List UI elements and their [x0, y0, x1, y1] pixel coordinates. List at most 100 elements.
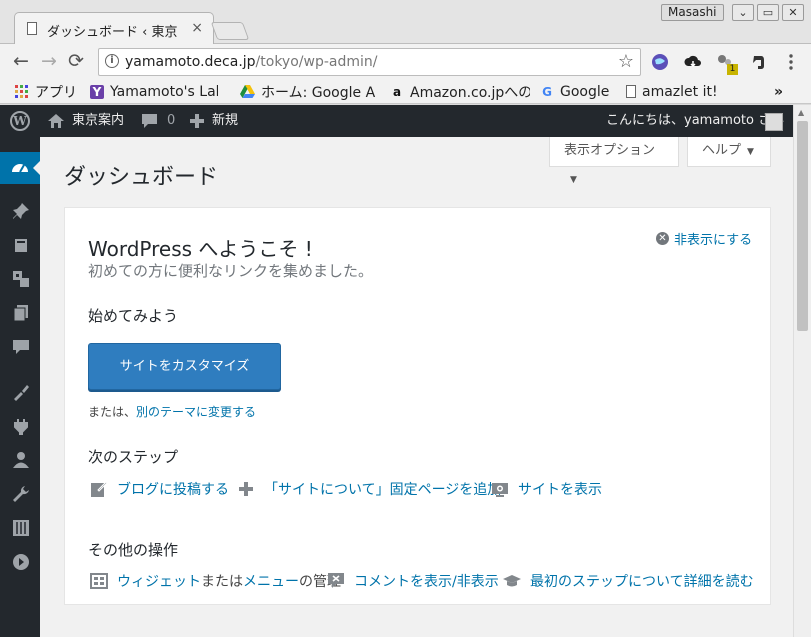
page-icon	[626, 85, 636, 98]
view-site-link[interactable]: サイトを表示	[491, 479, 602, 499]
forward-button[interactable]: →	[41, 51, 57, 71]
dismiss-label: 非表示にする	[674, 233, 753, 248]
bookmark-yamamoto-lab[interactable]: Y Yamamoto's Lab	[90, 82, 218, 101]
bookmark-google-apps[interactable]: ホーム: Google Ap	[240, 82, 376, 101]
back-button[interactable]: ←	[13, 51, 29, 71]
info-icon[interactable]: i	[105, 54, 119, 68]
close-circle-icon: ✕	[656, 232, 669, 245]
tab-title: ダッシュボード ‹ 東京	[47, 25, 178, 40]
plus-icon	[190, 114, 204, 128]
action-label: コメントを表示/非表示	[354, 574, 499, 590]
minimize-button[interactable]: ⌄	[732, 4, 754, 21]
browser-tab[interactable]: ダッシュボード ‹ 東京 ×	[14, 12, 214, 45]
comments-menu-icon[interactable]	[12, 338, 30, 356]
bookmark-amazlet[interactable]: amazlet it!	[626, 82, 718, 101]
dashboard-gauge-icon	[12, 164, 28, 173]
bookmark-google[interactable]: G Google	[540, 82, 609, 101]
tab-close-icon[interactable]: ×	[191, 20, 203, 36]
alt-prefix: または、	[88, 405, 137, 419]
next-steps-heading: 次のステップ	[88, 448, 179, 466]
learn-more-link[interactable]: 最初のステップについて詳細を読む	[503, 571, 754, 591]
get-started-heading: 始めてみよう	[88, 307, 179, 325]
add-about-page-link[interactable]: 「サイトについて」固定ページを追加	[237, 479, 501, 499]
url-text: yamamoto.deca.jp/tokyo/wp-admin/	[125, 54, 377, 70]
toggle-comments-link[interactable]: コメントを表示/非表示	[327, 571, 499, 591]
plugins-icon[interactable]	[12, 417, 30, 435]
settings-sliders-icon[interactable]	[12, 519, 30, 537]
scroll-up-arrow-icon[interactable]: ▲	[798, 108, 804, 117]
wordpress-logo-icon[interactable]: W	[10, 111, 30, 131]
tools-wrench-icon[interactable]	[12, 485, 30, 503]
bookmark-star-icon[interactable]: ☆	[618, 51, 634, 72]
wp-admin-bar: W 東京案内 0 新規 こんにちは、yamamoto さん	[0, 105, 793, 137]
evernote-icon[interactable]	[749, 53, 767, 71]
page-title: ダッシュボード	[64, 165, 219, 190]
amazon-icon: a	[392, 84, 402, 99]
reload-button[interactable]: ⟳	[68, 51, 84, 71]
change-theme-line: または、別のテーマに変更する	[88, 403, 256, 420]
avatar[interactable]	[765, 113, 783, 131]
media-icon[interactable]	[12, 236, 30, 254]
new-label: 新規	[212, 113, 239, 128]
new-content-link[interactable]: 新規	[190, 105, 238, 137]
bookmark-label: Google	[560, 83, 610, 100]
caret-down-icon: ▼	[570, 175, 577, 185]
browser-titlebar: ダッシュボード ‹ 東京 × Masashi ⌄ ▭ ✕	[0, 0, 811, 45]
menus-link[interactable]: メニュー	[243, 574, 299, 590]
menu-dashboard-active[interactable]	[0, 152, 40, 184]
maximize-button[interactable]: ▭	[757, 4, 779, 21]
site-name: 東京案内	[72, 113, 125, 128]
profile-name[interactable]: Masashi	[661, 4, 724, 21]
bookmark-apps[interactable]: アプリ	[15, 82, 77, 101]
comments-count: 0	[167, 113, 176, 128]
widgets-icon	[90, 573, 108, 589]
comment-x-icon	[328, 573, 344, 588]
action-label: 「サイトについて」固定ページを追加	[264, 482, 502, 498]
appearance-brush-icon[interactable]	[12, 383, 30, 401]
dismiss-welcome-link[interactable]: ✕ 非表示にする	[656, 229, 752, 248]
action-label: 最初のステップについて詳細を読む	[530, 574, 754, 590]
plus-icon	[239, 482, 253, 496]
screen-options-label: 表示オプション	[564, 143, 656, 158]
widgets-link[interactable]: ウィジェット	[117, 574, 201, 590]
screen-options-button[interactable]: 表示オプション ▼	[549, 137, 679, 185]
new-tab-button[interactable]	[210, 22, 250, 40]
widgets-or-text: または	[201, 574, 243, 590]
write-post-link[interactable]: ブログに投稿する	[90, 479, 229, 499]
page-icon	[27, 22, 37, 35]
address-bar[interactable]: i yamamoto.deca.jp/tokyo/wp-admin/ ☆	[98, 48, 641, 76]
apps-grid-icon	[15, 84, 28, 98]
manage-widgets-menus-item: ウィジェットまたはメニューの管理	[90, 571, 341, 591]
my-account-greeting[interactable]: こんにちは、yamamoto さん	[606, 105, 784, 137]
globe-extension-icon[interactable]	[651, 53, 669, 71]
page-scrollbar[interactable]: ▲	[793, 105, 811, 637]
bookmark-label: ホーム: Google Ap	[261, 84, 376, 101]
pin-posts-icon[interactable]	[12, 202, 30, 220]
links-icon[interactable]	[12, 270, 30, 288]
drive-icon	[240, 84, 255, 98]
chrome-menu-icon[interactable]	[782, 53, 800, 71]
google-icon: G	[542, 84, 552, 99]
collapse-menu-icon[interactable]	[12, 553, 30, 571]
change-theme-link[interactable]: 別のテーマに変更する	[136, 405, 256, 419]
site-name-link[interactable]: 東京案内	[48, 105, 124, 137]
url-host: yamamoto.deca.jp	[125, 54, 256, 70]
welcome-heading: WordPress へようこそ !	[88, 237, 313, 261]
comments-link[interactable]: 0	[142, 105, 175, 137]
edit-page-icon	[91, 481, 108, 497]
action-label: ブログに投稿する	[117, 482, 229, 498]
graduation-cap-icon	[503, 575, 521, 587]
pages-icon[interactable]	[12, 304, 30, 322]
welcome-panel: WordPress へようこそ ! 初めての方に便利なリンクを集めました。 ✕ …	[64, 207, 771, 605]
help-button[interactable]: ヘルプ ▼	[687, 137, 771, 167]
scrollbar-thumb[interactable]	[797, 121, 808, 331]
close-window-button[interactable]: ✕	[782, 4, 804, 21]
cloud-download-icon[interactable]	[684, 53, 702, 71]
help-label: ヘルプ	[702, 143, 742, 158]
bookmark-label: amazlet it!	[642, 83, 718, 100]
bookmark-amazon[interactable]: a Amazon.co.jpへの	[390, 82, 530, 101]
bookmarks-overflow[interactable]: »	[774, 82, 783, 101]
customize-site-button[interactable]: サイトをカスタマイズ	[88, 343, 281, 390]
bookmarks-bar: アプリ Y Yamamoto's Lab ホーム: Google Ap a Am…	[0, 79, 811, 104]
users-icon[interactable]	[12, 451, 30, 469]
